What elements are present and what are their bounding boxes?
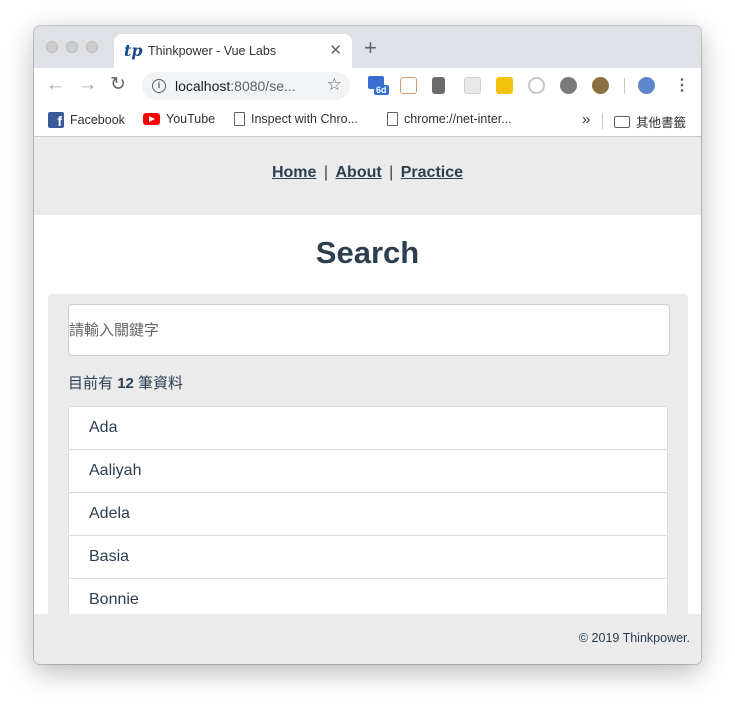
bookmark-facebook[interactable]: f Facebook xyxy=(48,112,125,129)
result-count: 目前有 12 筆資料 xyxy=(68,375,184,392)
address-bar[interactable]: i localhost:8080/se... ☆ xyxy=(142,72,350,100)
bookmark-star-icon[interactable]: ☆ xyxy=(327,75,342,95)
bookmarks-overflow-icon[interactable]: » xyxy=(582,111,590,128)
bookmark-inspect[interactable]: Inspect with Chro... xyxy=(234,112,358,126)
tab-strip: tp Thinkpower - Vue Labs ✕ + xyxy=(34,26,701,68)
page-icon xyxy=(387,112,398,126)
list-item[interactable]: Basia xyxy=(69,536,667,579)
lightbulb-extension-icon[interactable] xyxy=(592,77,609,94)
search-panel: 目前有 12 筆資料 Ada Aaliyah Adela Basia Bonni… xyxy=(48,294,688,624)
search-input[interactable] xyxy=(68,304,670,356)
toolbar-divider xyxy=(624,78,625,94)
close-window-button[interactable] xyxy=(46,41,58,53)
list-item[interactable]: Ada xyxy=(69,407,667,450)
nav-separator: | xyxy=(389,164,394,181)
result-count-number: 12 xyxy=(117,375,134,392)
page-footer: © 2019 Thinkpower. xyxy=(34,614,701,664)
close-tab-icon[interactable]: ✕ xyxy=(329,41,342,59)
maximize-window-button[interactable] xyxy=(86,41,98,53)
list-item[interactable]: Adela xyxy=(69,493,667,536)
youtube-icon xyxy=(143,113,160,125)
calendar-extension-icon[interactable]: 6d xyxy=(368,76,390,100)
bookmark-youtube[interactable]: YouTube xyxy=(143,112,215,126)
grid-extension-icon[interactable] xyxy=(464,77,481,94)
columns-extension-icon[interactable] xyxy=(432,77,445,94)
profile-avatar-icon[interactable] xyxy=(638,77,655,94)
facebook-icon: f xyxy=(48,112,64,129)
top-nav: Home | About | Practice xyxy=(34,137,701,215)
nav-practice-link[interactable]: Practice xyxy=(401,164,463,181)
url-text: localhost:8080/se... xyxy=(175,78,296,94)
browser-window: tp Thinkpower - Vue Labs ✕ + ← → ↻ i loc… xyxy=(34,26,701,664)
nav-about-link[interactable]: About xyxy=(335,164,381,181)
new-tab-button[interactable]: + xyxy=(364,37,377,59)
tab-active[interactable]: tp Thinkpower - Vue Labs ✕ xyxy=(114,34,352,68)
copyright-text: © 2019 Thinkpower. xyxy=(578,631,690,645)
nav-separator: | xyxy=(323,164,329,181)
page-icon xyxy=(234,112,245,126)
tab-title: Thinkpower - Vue Labs xyxy=(148,44,277,58)
result-list: Ada Aaliyah Adela Basia Bonnie xyxy=(68,406,668,623)
bookmark-net-internals[interactable]: chrome://net-inter... xyxy=(387,112,512,126)
bug-extension-icon[interactable] xyxy=(560,77,577,94)
target-extension-icon[interactable] xyxy=(528,77,545,94)
bookmarks-divider xyxy=(602,113,603,129)
browser-menu-icon[interactable]: ⋮ xyxy=(674,75,690,95)
eyedropper-extension-icon[interactable] xyxy=(496,77,513,94)
browser-toolbar: ← → ↻ i localhost:8080/se... ☆ 6d ⋮ xyxy=(34,68,701,104)
page-content: Home | About | Practice Search 目前有 12 筆資… xyxy=(34,137,701,664)
page-title: Search xyxy=(315,235,420,270)
minimize-window-button[interactable] xyxy=(66,41,78,53)
forward-arrow-icon[interactable]: → xyxy=(78,75,97,95)
window-controls xyxy=(46,41,98,53)
reload-icon[interactable]: ↻ xyxy=(110,75,126,95)
back-arrow-icon[interactable]: ← xyxy=(46,75,65,95)
site-info-icon[interactable]: i xyxy=(152,79,166,93)
thinkpower-favicon-icon: tp xyxy=(124,41,143,60)
other-bookmarks[interactable]: 其他書籤 xyxy=(614,112,686,131)
nav-home-link[interactable]: Home xyxy=(272,164,316,181)
folder-icon xyxy=(614,115,630,128)
notes-extension-icon[interactable] xyxy=(400,77,417,94)
bookmarks-bar: f Facebook YouTube Inspect with Chro... … xyxy=(34,104,701,137)
list-item[interactable]: Aaliyah xyxy=(69,450,667,493)
